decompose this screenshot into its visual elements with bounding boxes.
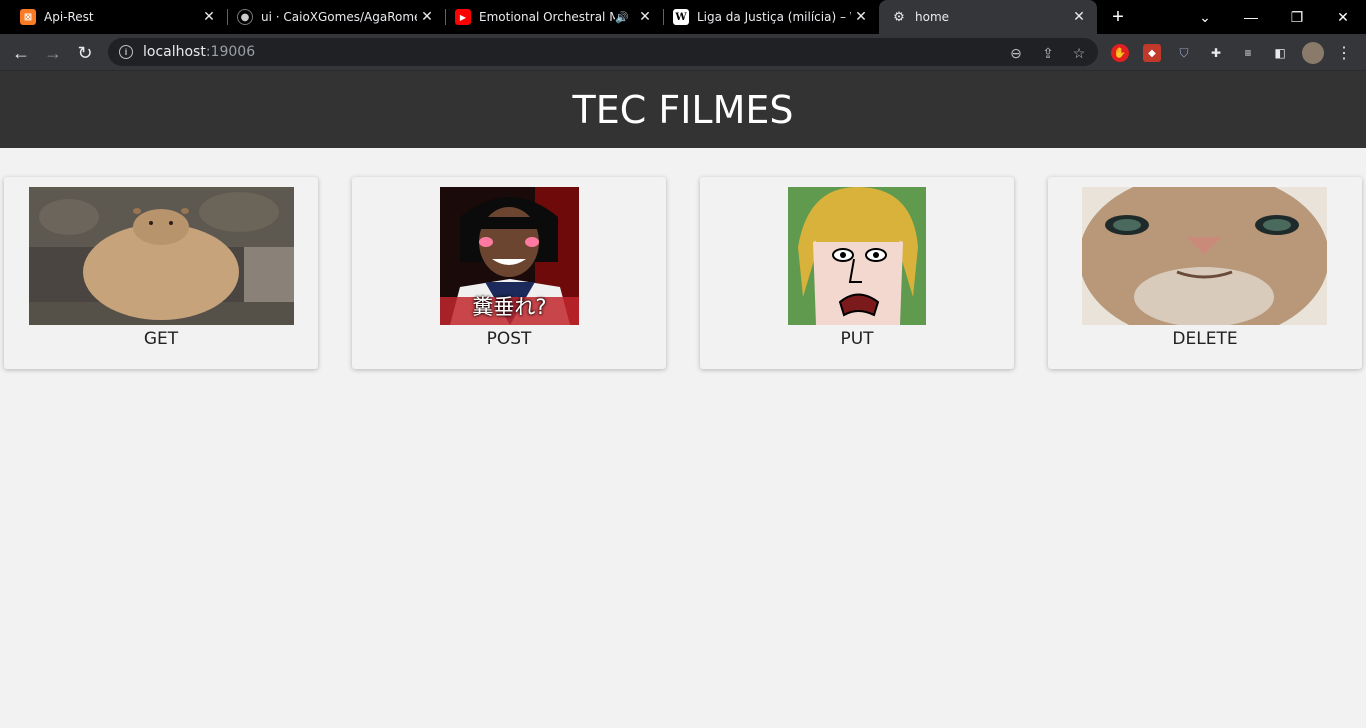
minimize-button[interactable]: — xyxy=(1228,0,1274,34)
card-delete[interactable]: DELETE xyxy=(1048,177,1362,369)
address-bar[interactable]: i localhost:19006 ⊖ ⇪ ☆ xyxy=(108,38,1098,66)
close-window-button[interactable]: ✕ xyxy=(1320,0,1366,34)
page-title: TEC FILMES xyxy=(572,87,794,132)
tab-title: Emotional Orchestral Mu xyxy=(479,10,616,24)
card-get[interactable]: GET xyxy=(4,177,318,369)
profile-avatar[interactable] xyxy=(1302,42,1324,64)
meme-person-image: 糞垂れ? xyxy=(440,187,579,325)
zoom-icon[interactable]: ⊖ xyxy=(1008,45,1024,61)
close-icon[interactable]: ✕ xyxy=(417,7,437,27)
extensions-puzzle-icon[interactable]: ✚ xyxy=(1207,44,1225,62)
url-port: :19006 xyxy=(205,44,256,60)
close-icon[interactable]: ✕ xyxy=(199,7,219,27)
tab-api-rest[interactable]: ⊠ Api-Rest ✕ xyxy=(0,0,228,34)
capybara-image xyxy=(29,187,294,325)
side-panel-icon[interactable]: ◧ xyxy=(1271,44,1289,62)
extension-icon[interactable]: ◆ xyxy=(1143,44,1161,62)
xampp-icon: ⊠ xyxy=(20,9,36,25)
tab-title: Api-Rest xyxy=(44,10,94,24)
speaker-icon[interactable]: 🔊 xyxy=(615,11,629,24)
url-host: localhost xyxy=(143,44,206,60)
card-post[interactable]: 糞垂れ? POST xyxy=(352,177,666,369)
share-icon[interactable]: ⇪ xyxy=(1040,45,1056,61)
tab-wikipedia[interactable]: W Liga da Justiça (milícia) – Wi ✕ xyxy=(663,0,879,34)
page-icon: ⚙ xyxy=(893,9,905,25)
browser-toolbar: ← → ↻ i localhost:19006 ⊖ ⇪ ☆ ✋ ◆ ⛉ ✚ ≡ … xyxy=(0,34,1366,71)
shield-extension-icon[interactable]: ⛉ xyxy=(1175,44,1193,62)
info-icon[interactable]: i xyxy=(119,45,133,59)
meme-caption: 糞垂れ? xyxy=(472,295,547,319)
card-label-get: GET xyxy=(143,329,179,349)
close-icon[interactable]: ✕ xyxy=(1069,7,1089,27)
tab-title: Liga da Justiça (milícia) – Wi xyxy=(697,10,851,24)
close-icon[interactable]: ✕ xyxy=(851,7,871,27)
restore-button[interactable]: ❐ xyxy=(1274,0,1320,34)
tab-title: ui · CaioXGomes/AgaRomeu xyxy=(261,10,417,24)
close-icon[interactable]: ✕ xyxy=(635,7,655,27)
tab-youtube[interactable]: ▶ Emotional Orchestral Mu 🔊 ✕ xyxy=(445,0,664,34)
card-label-delete: DELETE xyxy=(1172,329,1238,349)
new-tab-button[interactable]: + xyxy=(1108,6,1128,28)
wikipedia-icon: W xyxy=(673,9,689,25)
card-label-put: PUT xyxy=(840,329,874,349)
media-control-icon[interactable]: ≡ xyxy=(1239,44,1257,62)
card-label-post: POST xyxy=(486,329,532,349)
tab-strip: ⊠ Api-Rest ✕ ● ui · CaioXGomes/AgaRomeu … xyxy=(0,0,1366,34)
tab-search-button[interactable]: ⌄ xyxy=(1182,0,1228,34)
page-header: TEC FILMES xyxy=(0,71,1366,148)
back-button[interactable]: ← xyxy=(8,40,34,66)
menu-kebab-icon[interactable]: ⋮ xyxy=(1335,44,1353,62)
shaggy-cartoon-image xyxy=(788,187,926,325)
youtube-icon: ▶ xyxy=(455,9,471,25)
reload-button[interactable]: ↻ xyxy=(72,40,98,66)
card-put[interactable]: PUT xyxy=(700,177,1014,369)
tab-github[interactable]: ● ui · CaioXGomes/AgaRomeu ✕ xyxy=(227,0,446,34)
github-icon: ● xyxy=(237,9,253,25)
adblock-extension-icon[interactable]: ✋ xyxy=(1111,44,1129,62)
cat-closeup-image xyxy=(1082,187,1327,325)
tab-home[interactable]: ⚙ home ✕ xyxy=(879,0,1097,34)
forward-button[interactable]: → xyxy=(40,40,66,66)
tab-title: home xyxy=(915,10,950,24)
bookmark-star-icon[interactable]: ☆ xyxy=(1071,45,1087,61)
